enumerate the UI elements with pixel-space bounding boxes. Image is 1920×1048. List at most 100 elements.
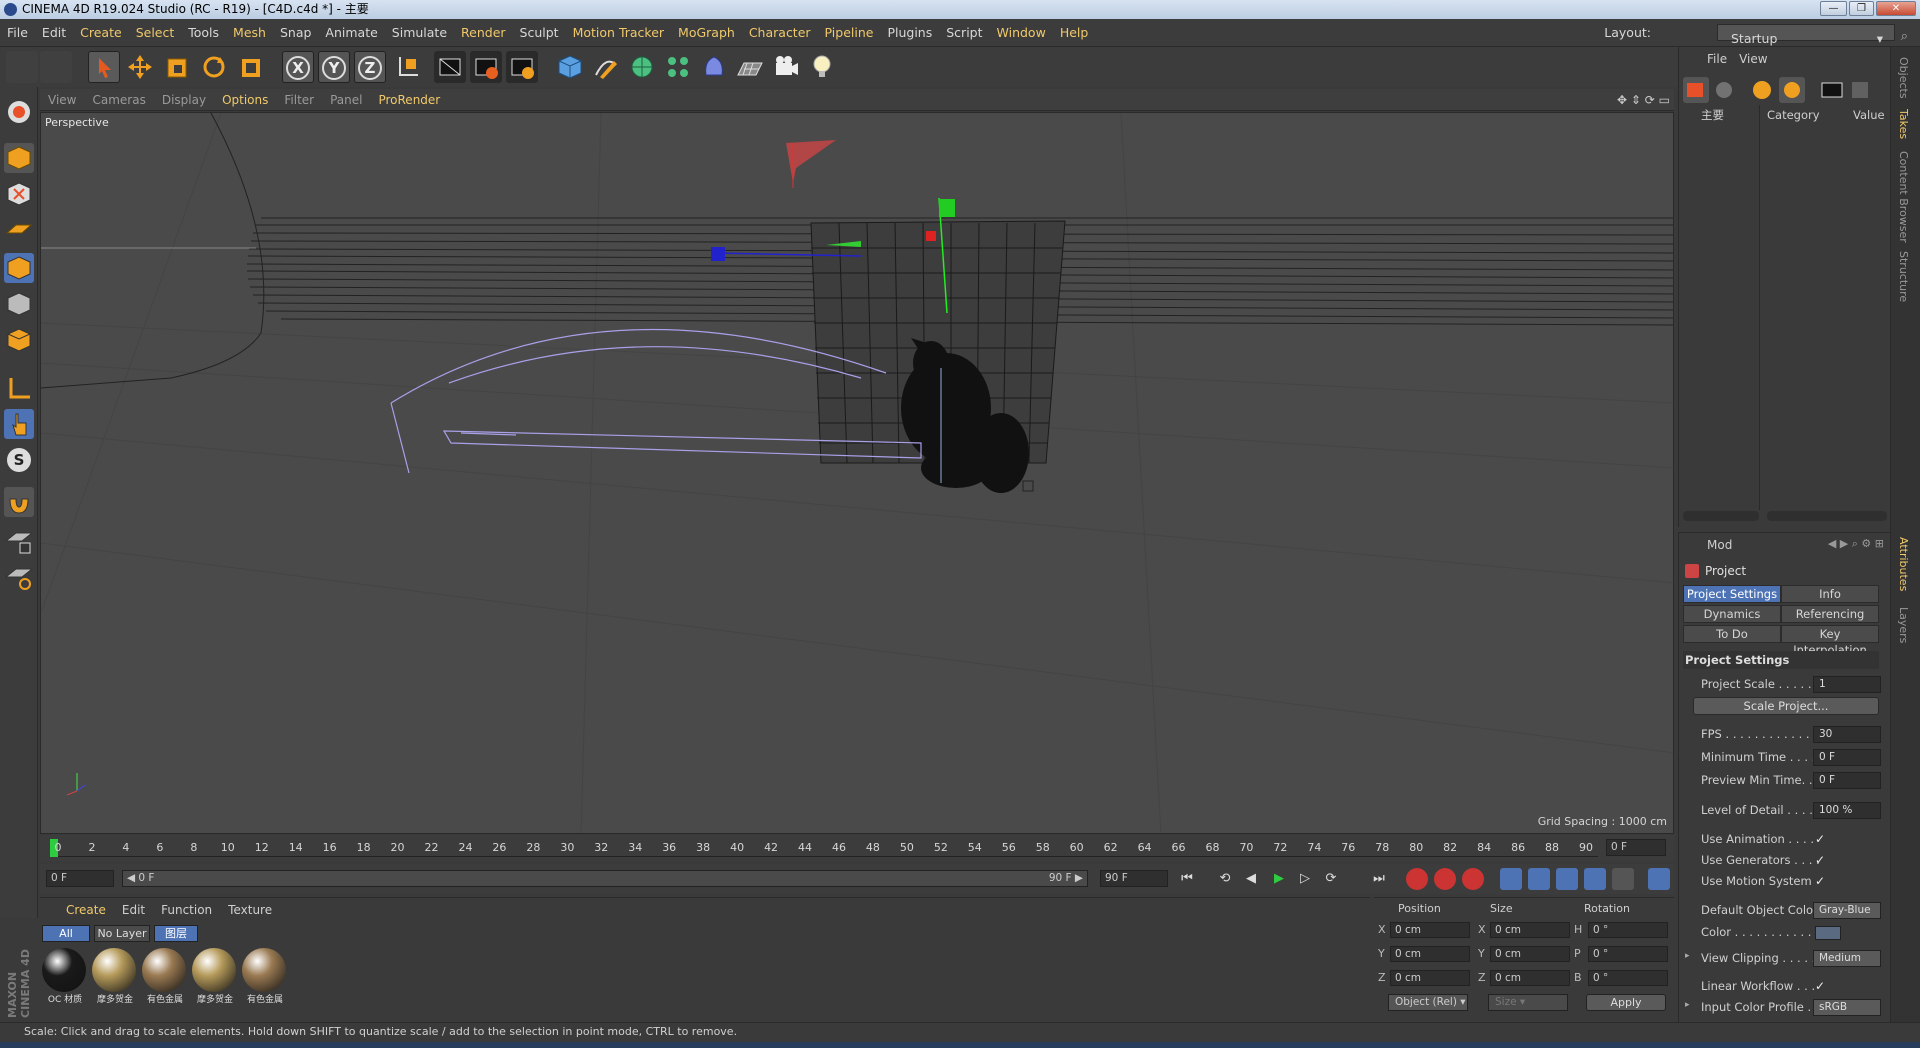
menu-simulate[interactable]: Simulate xyxy=(385,19,454,47)
linear-workflow-checkbox[interactable]: ✓ xyxy=(1815,979,1825,993)
viewport-menu-options[interactable]: Options xyxy=(214,89,276,111)
viewport-menu-view[interactable]: View xyxy=(40,89,84,111)
render-picture-viewer-icon[interactable] xyxy=(470,51,502,83)
undo-icon[interactable] xyxy=(6,51,38,83)
color-swatch[interactable] xyxy=(1815,926,1841,940)
y-axis-icon[interactable]: Y xyxy=(318,51,350,83)
expand-arrow-icon[interactable]: ▸ xyxy=(1685,951,1690,961)
material-thumbnail[interactable]: OC 材质 xyxy=(42,948,88,1008)
material-thumbnail[interactable]: 摩多贺金 xyxy=(92,948,138,1008)
size-mode-select[interactable]: Size ▾ xyxy=(1488,994,1568,1011)
menu-edit[interactable]: Edit xyxy=(35,19,73,47)
material-thumbnail[interactable]: 摩多贺金 xyxy=(192,948,238,1008)
next-key-button[interactable]: ⟳ xyxy=(1320,868,1342,890)
workplane-lock-icon[interactable] xyxy=(4,527,34,557)
frame-ruler[interactable]: 0 2 4 6 8 10 12 14 16 18 20 22 24 26 28 30 32 34 36 38 40 42 4… xyxy=(50,839,1598,857)
take-render-icon[interactable] xyxy=(1819,77,1845,103)
close-button[interactable]: ✕ xyxy=(1876,1,1916,16)
tab-referencing[interactable]: Referencing xyxy=(1781,605,1879,623)
size-field[interactable]: 0 cm xyxy=(1490,946,1570,962)
column-value[interactable]: Value xyxy=(1853,105,1885,125)
edges-mode-icon[interactable] xyxy=(4,289,34,319)
next-frame-button[interactable]: ▷ xyxy=(1294,868,1316,890)
objects-menu-file[interactable]: File xyxy=(1701,47,1733,71)
material-tab-no-layer[interactable]: No Layer xyxy=(94,925,150,942)
render-settings-icon[interactable] xyxy=(506,51,538,83)
key-pla-icon[interactable] xyxy=(1612,868,1634,890)
preview-range-slider[interactable]: ◀ 0 F 90 F ▶ xyxy=(122,870,1088,887)
rotation-field[interactable]: 0 ° xyxy=(1588,922,1668,938)
end-frame-field[interactable]: 90 F xyxy=(1100,870,1168,887)
workplane-icon[interactable] xyxy=(4,215,34,245)
previous-key-button[interactable]: ⟲ xyxy=(1214,868,1236,890)
render-view-icon[interactable] xyxy=(434,51,466,83)
view-clipping-select[interactable]: Medium xyxy=(1813,950,1881,967)
key-scale-icon[interactable] xyxy=(1528,868,1550,890)
material-menu-texture[interactable]: Texture xyxy=(220,898,280,922)
take-auto-icon[interactable] xyxy=(1749,77,1775,103)
menu-help[interactable]: Help xyxy=(1053,19,1096,47)
deformer-icon[interactable] xyxy=(698,51,730,83)
coordinate-system-icon[interactable] xyxy=(392,51,424,83)
material-tab-all[interactable]: All xyxy=(42,925,90,942)
tweak-mode-icon[interactable] xyxy=(4,409,34,439)
material-menu-edit[interactable]: Edit xyxy=(114,898,153,922)
take-filter-icon[interactable] xyxy=(1847,77,1873,103)
preview-min-time-field[interactable]: 0 F xyxy=(1813,772,1881,789)
keyframe-selection-icon[interactable] xyxy=(1462,868,1484,890)
make-editable-icon[interactable] xyxy=(4,97,34,127)
maximize-button[interactable]: ❐ xyxy=(1849,1,1874,16)
axis-mode-icon[interactable] xyxy=(4,373,34,403)
menu-window[interactable]: Window xyxy=(990,19,1053,47)
attributes-mode-menu[interactable]: Mod xyxy=(1707,538,1732,552)
objects-scrollbar-right[interactable] xyxy=(1767,511,1887,521)
menu-script[interactable]: Script xyxy=(939,19,989,47)
objects-scrollbar-left[interactable] xyxy=(1683,511,1759,521)
go-to-start-button[interactable]: ⏮ xyxy=(1176,868,1198,890)
subdivision-icon[interactable] xyxy=(626,51,658,83)
tab-content-browser[interactable]: Content Browser xyxy=(1897,151,1910,243)
rotation-field[interactable]: 0 ° xyxy=(1588,970,1668,986)
z-axis-icon[interactable]: Z xyxy=(354,51,386,83)
position-field[interactable]: 0 cm xyxy=(1390,922,1470,938)
tab-info[interactable]: Info xyxy=(1781,585,1879,603)
previous-frame-button[interactable]: ◀ xyxy=(1240,868,1262,890)
rotate-icon[interactable] xyxy=(198,51,230,83)
apply-button[interactable]: Apply xyxy=(1586,994,1666,1011)
key-rotation-icon[interactable] xyxy=(1556,868,1578,890)
take-lock-icon[interactable] xyxy=(1779,77,1805,103)
mograph-cloner-icon[interactable] xyxy=(662,51,694,83)
viewport-menu-prorender[interactable]: ProRender xyxy=(370,89,448,111)
menu-plugins[interactable]: Plugins xyxy=(880,19,939,47)
menu-file[interactable]: File xyxy=(0,19,35,47)
pen-icon[interactable] xyxy=(590,51,622,83)
material-tab-layer[interactable]: 图层 xyxy=(154,925,198,942)
redo-icon[interactable] xyxy=(40,51,72,83)
polygons-mode-icon[interactable] xyxy=(4,325,34,355)
tab-layers[interactable]: Layers xyxy=(1897,607,1910,643)
key-parameter-icon[interactable] xyxy=(1584,868,1606,890)
menu-sculpt[interactable]: Sculpt xyxy=(513,19,566,47)
menu-animate[interactable]: Animate xyxy=(318,19,384,47)
level-of-detail-field[interactable]: 100 % xyxy=(1813,802,1881,819)
column-main[interactable]: 主要 xyxy=(1701,105,1724,125)
cube-icon[interactable] xyxy=(554,51,586,83)
take-add-icon[interactable] xyxy=(1683,77,1709,103)
start-frame-field[interactable]: 0 F xyxy=(46,870,114,887)
default-object-color-select[interactable]: Gray-Blue xyxy=(1813,902,1881,919)
position-field[interactable]: 0 cm xyxy=(1390,946,1470,962)
tab-key-interpolation[interactable]: Key Interpolation xyxy=(1781,625,1879,657)
minimum-time-field[interactable]: 0 F xyxy=(1813,749,1881,766)
material-thumbnail[interactable]: 有色金属 xyxy=(142,948,188,1008)
x-axis-icon[interactable]: X xyxy=(282,51,314,83)
workplane-snap-icon[interactable] xyxy=(4,563,34,593)
timeline-ruler[interactable]: 0 2 4 6 8 10 12 14 16 18 20 22 24 26 28 30 32 34 36 38 40 42 4… xyxy=(40,835,1674,861)
expand-arrow-icon[interactable]: ▸ xyxy=(1685,1000,1690,1010)
move-icon[interactable] xyxy=(124,51,156,83)
snap-icon[interactable] xyxy=(4,487,34,517)
menu-character[interactable]: Character xyxy=(742,19,818,47)
current-frame-field[interactable]: 0 F xyxy=(1606,839,1666,856)
tab-objects[interactable]: Objects xyxy=(1897,57,1910,99)
menu-mesh[interactable]: Mesh xyxy=(226,19,273,47)
viewport-menu-cameras[interactable]: Cameras xyxy=(84,89,153,111)
